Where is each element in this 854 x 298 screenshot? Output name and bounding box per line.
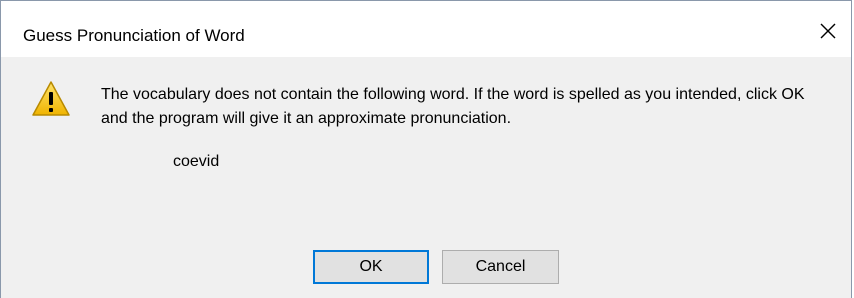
dialog-message: The vocabulary does not contain the foll… [101, 86, 805, 127]
close-icon [820, 23, 836, 39]
ok-button[interactable]: OK [313, 250, 429, 284]
title-bar: Guess Pronunciation of Word [1, 1, 851, 57]
cancel-button[interactable]: Cancel [442, 250, 559, 284]
dialog-title: Guess Pronunciation of Word [23, 26, 245, 45]
close-button[interactable] [805, 9, 851, 53]
unknown-word: coevid [173, 153, 220, 170]
warning-icon [32, 81, 70, 116]
dialog-body: The vocabulary does not contain the foll… [1, 57, 851, 298]
dialog-window: Guess Pronunciation of Word The vocabula… [0, 0, 852, 298]
